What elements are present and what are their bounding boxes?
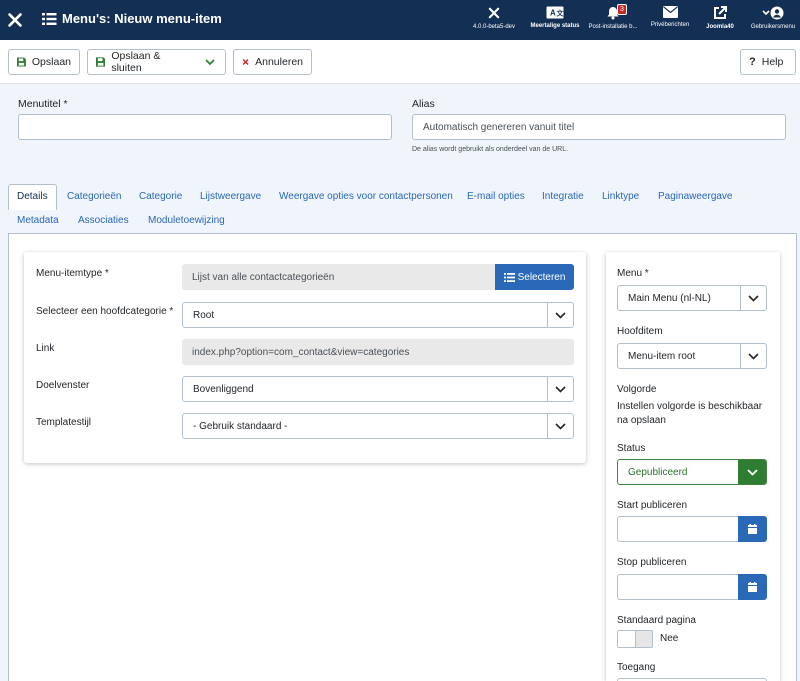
help-button[interactable]: ? Help bbox=[740, 49, 796, 75]
svg-text:A: A bbox=[550, 9, 556, 18]
cancel-button[interactable]: Annuleren bbox=[233, 49, 312, 75]
link-label: Link bbox=[36, 343, 55, 354]
calendar-icon bbox=[748, 524, 757, 534]
menutitle-label: Menutitel * bbox=[18, 98, 68, 110]
access-label: Toegang bbox=[617, 662, 656, 673]
template-style-label: Templatestijl bbox=[36, 417, 92, 428]
chevron-down-icon bbox=[738, 460, 766, 484]
alias-input[interactable]: Automatisch genereren vanuit titel bbox=[412, 114, 786, 140]
template-style-select[interactable]: - Gebruik standaard - bbox=[182, 413, 574, 439]
publish-down-input[interactable] bbox=[617, 574, 739, 600]
list-icon bbox=[503, 272, 515, 282]
multilingual-status-item[interactable]: A文 Meertalige status bbox=[525, 6, 585, 30]
ordering-label: Volgorde bbox=[617, 384, 657, 395]
user-menu-item[interactable]: Gebruikersmenu bbox=[743, 6, 800, 31]
list-icon bbox=[42, 12, 57, 25]
envelope-icon bbox=[662, 6, 678, 18]
chevron-down-icon bbox=[205, 59, 215, 66]
menu-label: Menu * bbox=[617, 268, 649, 279]
tab-email-options[interactable]: E-mail opties bbox=[467, 191, 525, 202]
publish-up-calendar-button[interactable] bbox=[738, 516, 767, 542]
chevron-down-icon bbox=[740, 286, 766, 310]
default-page-toggle[interactable] bbox=[617, 630, 653, 648]
external-link-icon bbox=[714, 6, 727, 19]
target-window-select[interactable]: Bovenliggend bbox=[182, 376, 574, 402]
tab-link-type[interactable]: Linktype bbox=[602, 191, 639, 202]
tab-integration[interactable]: Integratie bbox=[542, 191, 584, 202]
tab-metadata[interactable]: Metadata bbox=[17, 215, 59, 226]
tab-module-assignment[interactable]: Moduletoewijzing bbox=[148, 215, 225, 226]
publish-down-calendar-button[interactable] bbox=[738, 574, 767, 600]
site-link-item[interactable]: Joomla40 bbox=[690, 6, 750, 31]
toolbar: Opslaan Opslaan & sluiten Annuleren ? He… bbox=[0, 40, 800, 84]
publish-up-input[interactable] bbox=[617, 516, 739, 542]
itemtype-field: Lijst van alle contactcategorieën bbox=[182, 264, 496, 290]
alias-hint: De alias wordt gebruikt als onderdeel va… bbox=[412, 146, 569, 153]
tab-details[interactable]: Details bbox=[17, 191, 48, 202]
default-page-label: Standaard pagina bbox=[617, 615, 696, 626]
parent-item-select[interactable]: Menu-item root bbox=[617, 343, 767, 369]
parent-category-select[interactable]: Root bbox=[182, 302, 574, 328]
target-window-label: Doelvenster bbox=[36, 380, 90, 391]
tab-categories[interactable]: Categorieën bbox=[67, 191, 121, 202]
header-bar: Menu's: Nieuw menu-item 4.0.0-beta5-dev … bbox=[0, 0, 800, 40]
post-installation-item[interactable]: 3 Post-installatie b... bbox=[583, 4, 643, 31]
menutitle-input[interactable] bbox=[18, 114, 392, 140]
version-item[interactable]: 4.0.0-beta5-dev bbox=[464, 6, 524, 31]
language-icon: A文 bbox=[546, 6, 564, 19]
menu-select[interactable]: Main Menu (nl-NL) bbox=[617, 285, 767, 311]
tab-contact-display[interactable]: Weergave opties voor contactpersonen bbox=[279, 191, 453, 202]
chevron-down-icon bbox=[547, 377, 573, 401]
save-button[interactable]: Opslaan bbox=[8, 49, 80, 75]
status-select[interactable]: Gepubliceerd bbox=[617, 459, 767, 485]
alias-label: Alias bbox=[412, 98, 435, 110]
status-label: Status bbox=[617, 443, 646, 454]
parent-item-label: Hoofditem bbox=[617, 326, 663, 337]
toggle-knob bbox=[618, 631, 636, 647]
chevron-down-icon bbox=[547, 414, 573, 438]
question-icon: ? bbox=[749, 56, 756, 68]
chevron-down-icon bbox=[547, 303, 573, 327]
save-options-dropdown[interactable] bbox=[196, 49, 226, 75]
tab-page-display[interactable]: Paginaweergave bbox=[658, 191, 733, 202]
tab-category[interactable]: Categorie bbox=[139, 191, 182, 202]
link-field: index.php?option=com_contact&view=catego… bbox=[182, 339, 574, 365]
joomla-logo-icon[interactable] bbox=[6, 11, 24, 29]
notification-badge: 3 bbox=[617, 4, 627, 15]
chevron-down-icon bbox=[740, 344, 766, 368]
save-icon bbox=[96, 57, 106, 67]
user-icon bbox=[762, 6, 784, 20]
ordering-text: Instellen volgorde is beschikbaar na ops… bbox=[617, 401, 763, 426]
publish-up-label: Start publiceren bbox=[617, 500, 688, 511]
tab-associations[interactable]: Associaties bbox=[78, 215, 129, 226]
save-close-button[interactable]: Opslaan & sluiten bbox=[87, 49, 197, 75]
itemtype-label: Menu-itemtype * bbox=[36, 268, 109, 279]
page-title: Menu's: Nieuw menu-item bbox=[42, 11, 222, 26]
tab-list-view[interactable]: Lijstweergave bbox=[200, 191, 261, 202]
publish-down-label: Stop publiceren bbox=[617, 557, 687, 568]
close-icon bbox=[242, 59, 249, 65]
svg-text:文: 文 bbox=[557, 9, 565, 18]
parent-category-label: Selecteer een hoofdcategorie * bbox=[36, 306, 174, 317]
save-icon bbox=[17, 57, 26, 67]
select-itemtype-button[interactable]: Selecteren bbox=[495, 264, 574, 290]
default-page-value: Nee bbox=[660, 633, 679, 644]
joomla-icon bbox=[488, 7, 500, 19]
calendar-icon bbox=[748, 582, 757, 592]
